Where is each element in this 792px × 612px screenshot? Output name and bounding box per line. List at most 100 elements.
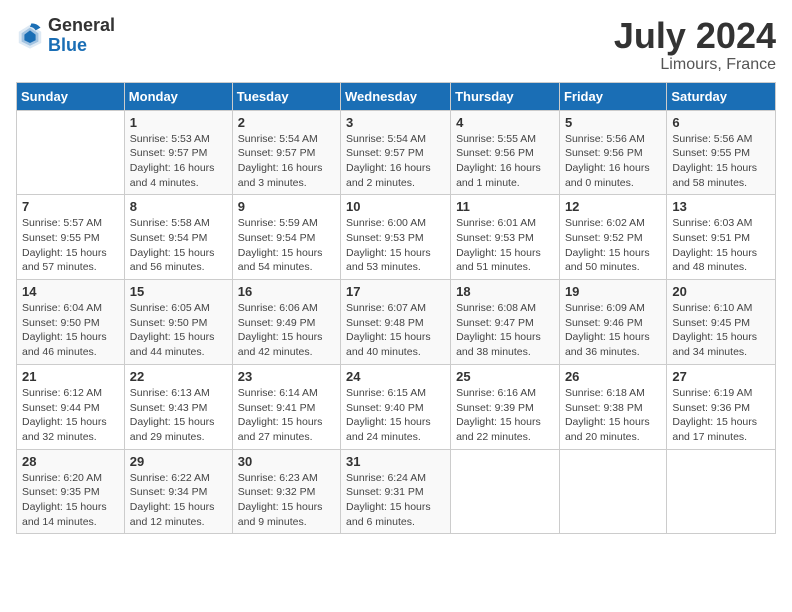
calendar-cell: 23 Sunrise: 6:14 AM Sunset: 9:41 PM Dayli… [232,364,340,449]
day-number: 11 [456,199,554,214]
day-number: 18 [456,284,554,299]
calendar-cell: 18Sunrise: 6:08 AM Sunset: 9:47 PM Dayli… [451,280,560,365]
calendar-cell [559,449,666,534]
calendar-cell: 14Sunrise: 6:04 AM Sunset: 9:50 PM Dayli… [17,280,125,365]
header-wednesday: Wednesday [341,82,451,110]
day-detail: Sunrise: 6:14 AM Sunset: 9:41 PM Dayligh… [238,386,335,445]
day-detail: Sunrise: 6:22 AM Sunset: 9:34 PM Dayligh… [130,471,227,530]
calendar-cell: 16 Sunrise: 6:06 AM Sunset: 9:49 PM Dayli… [232,280,340,365]
calendar-week-row: 28 Sunrise: 6:20 AM Sunset: 9:35 PM Dayli… [17,449,776,534]
day-number: 26 [565,369,661,384]
logo: General Blue [16,16,115,56]
day-number: 29 [130,454,227,469]
calendar-body: 1 Sunrise: 5:53 AM Sunset: 9:57 PM Daylig… [17,110,776,534]
day-detail: Sunrise: 6:12 AM Sunset: 9:44 PM Dayligh… [22,386,119,445]
calendar-week-row: 7 Sunrise: 5:57 AM Sunset: 9:55 PM Daylig… [17,195,776,280]
day-detail: Sunrise: 6:10 AM Sunset: 9:45 PM Dayligh… [672,301,770,360]
day-detail: Sunrise: 6:19 AM Sunset: 9:36 PM Dayligh… [672,386,770,445]
day-number: 20 [672,284,770,299]
calendar-cell: 5Sunrise: 5:56 AM Sunset: 9:56 PM Daylig… [559,110,666,195]
day-number: 17 [346,284,445,299]
day-detail: Sunrise: 6:13 AM Sunset: 9:43 PM Dayligh… [130,386,227,445]
location-subtitle: Limours, France [614,56,776,74]
day-detail: Sunrise: 6:02 AM Sunset: 9:52 PM Dayligh… [565,216,661,275]
day-detail: Sunrise: 5:53 AM Sunset: 9:57 PM Dayligh… [130,132,227,191]
day-number: 10 [346,199,445,214]
calendar-cell: 11 Sunrise: 6:01 AM Sunset: 9:53 PM Dayli… [451,195,560,280]
day-detail: Sunrise: 6:05 AM Sunset: 9:50 PM Dayligh… [130,301,227,360]
page-header: General Blue July 2024 Limours, France [16,16,776,74]
day-detail: Sunrise: 5:54 AM Sunset: 9:57 PM Dayligh… [238,132,335,191]
day-detail: Sunrise: 6:04 AM Sunset: 9:50 PM Dayligh… [22,301,119,360]
day-detail: Sunrise: 6:18 AM Sunset: 9:38 PM Dayligh… [565,386,661,445]
day-detail: Sunrise: 6:06 AM Sunset: 9:49 PM Dayligh… [238,301,335,360]
calendar-cell: 7 Sunrise: 5:57 AM Sunset: 9:55 PM Daylig… [17,195,125,280]
calendar-cell: 29 Sunrise: 6:22 AM Sunset: 9:34 PM Dayli… [124,449,232,534]
day-number: 22 [130,369,227,384]
day-number: 16 [238,284,335,299]
day-detail: Sunrise: 6:23 AM Sunset: 9:32 PM Dayligh… [238,471,335,530]
calendar-cell: 10 Sunrise: 6:00 AM Sunset: 9:53 PM Dayli… [341,195,451,280]
day-number: 7 [22,199,119,214]
day-number: 8 [130,199,227,214]
calendar-cell: 27 Sunrise: 6:19 AM Sunset: 9:36 PM Dayli… [667,364,776,449]
calendar-cell [667,449,776,534]
day-detail: Sunrise: 6:01 AM Sunset: 9:53 PM Dayligh… [456,216,554,275]
day-detail: Sunrise: 5:57 AM Sunset: 9:55 PM Dayligh… [22,216,119,275]
logo-blue: Blue [48,36,115,56]
day-number: 19 [565,284,661,299]
calendar-header-row: Sunday Monday Tuesday Wednesday Thursday… [17,82,776,110]
title-block: July 2024 Limours, France [614,16,776,74]
calendar-cell: 21Sunrise: 6:12 AM Sunset: 9:44 PM Dayli… [17,364,125,449]
calendar-cell: 17Sunrise: 6:07 AM Sunset: 9:48 PM Dayli… [341,280,451,365]
day-detail: Sunrise: 6:24 AM Sunset: 9:31 PM Dayligh… [346,471,445,530]
calendar-cell: 20 Sunrise: 6:10 AM Sunset: 9:45 PM Dayli… [667,280,776,365]
day-detail: Sunrise: 6:20 AM Sunset: 9:35 PM Dayligh… [22,471,119,530]
calendar-cell: 13Sunrise: 6:03 AM Sunset: 9:51 PM Dayli… [667,195,776,280]
calendar-cell: 26 Sunrise: 6:18 AM Sunset: 9:38 PM Dayli… [559,364,666,449]
calendar-week-row: 1 Sunrise: 5:53 AM Sunset: 9:57 PM Daylig… [17,110,776,195]
day-number: 15 [130,284,227,299]
calendar-cell: 28 Sunrise: 6:20 AM Sunset: 9:35 PM Dayli… [17,449,125,534]
calendar-cell: 15 Sunrise: 6:05 AM Sunset: 9:50 PM Dayli… [124,280,232,365]
calendar-cell: 9 Sunrise: 5:59 AM Sunset: 9:54 PM Daylig… [232,195,340,280]
header-thursday: Thursday [451,82,560,110]
calendar-cell [17,110,125,195]
calendar-cell: 4Sunrise: 5:55 AM Sunset: 9:56 PM Daylig… [451,110,560,195]
logo-general: General [48,16,115,36]
day-detail: Sunrise: 5:54 AM Sunset: 9:57 PM Dayligh… [346,132,445,191]
day-detail: Sunrise: 6:00 AM Sunset: 9:53 PM Dayligh… [346,216,445,275]
calendar-cell [451,449,560,534]
day-number: 24 [346,369,445,384]
day-detail: Sunrise: 6:09 AM Sunset: 9:46 PM Dayligh… [565,301,661,360]
calendar-cell: 25 Sunrise: 6:16 AM Sunset: 9:39 PM Dayli… [451,364,560,449]
day-number: 25 [456,369,554,384]
day-number: 1 [130,115,227,130]
calendar-cell: 19 Sunrise: 6:09 AM Sunset: 9:46 PM Dayli… [559,280,666,365]
calendar-table: Sunday Monday Tuesday Wednesday Thursday… [16,82,776,535]
calendar-cell: 12Sunrise: 6:02 AM Sunset: 9:52 PM Dayli… [559,195,666,280]
day-number: 30 [238,454,335,469]
day-detail: Sunrise: 5:59 AM Sunset: 9:54 PM Dayligh… [238,216,335,275]
day-number: 6 [672,115,770,130]
day-number: 3 [346,115,445,130]
day-number: 2 [238,115,335,130]
day-detail: Sunrise: 6:03 AM Sunset: 9:51 PM Dayligh… [672,216,770,275]
day-number: 31 [346,454,445,469]
logo-icon [16,22,44,50]
header-friday: Friday [559,82,666,110]
calendar-cell: 6 Sunrise: 5:56 AM Sunset: 9:55 PM Daylig… [667,110,776,195]
day-number: 28 [22,454,119,469]
day-number: 27 [672,369,770,384]
calendar-cell: 24Sunrise: 6:15 AM Sunset: 9:40 PM Dayli… [341,364,451,449]
calendar-cell: 2 Sunrise: 5:54 AM Sunset: 9:57 PM Daylig… [232,110,340,195]
day-number: 23 [238,369,335,384]
calendar-week-row: 21Sunrise: 6:12 AM Sunset: 9:44 PM Dayli… [17,364,776,449]
calendar-cell: 22 Sunrise: 6:13 AM Sunset: 9:43 PM Dayli… [124,364,232,449]
day-detail: Sunrise: 5:56 AM Sunset: 9:56 PM Dayligh… [565,132,661,191]
day-number: 9 [238,199,335,214]
day-detail: Sunrise: 5:56 AM Sunset: 9:55 PM Dayligh… [672,132,770,191]
calendar-cell: 1 Sunrise: 5:53 AM Sunset: 9:57 PM Daylig… [124,110,232,195]
header-sunday: Sunday [17,82,125,110]
day-detail: Sunrise: 6:16 AM Sunset: 9:39 PM Dayligh… [456,386,554,445]
